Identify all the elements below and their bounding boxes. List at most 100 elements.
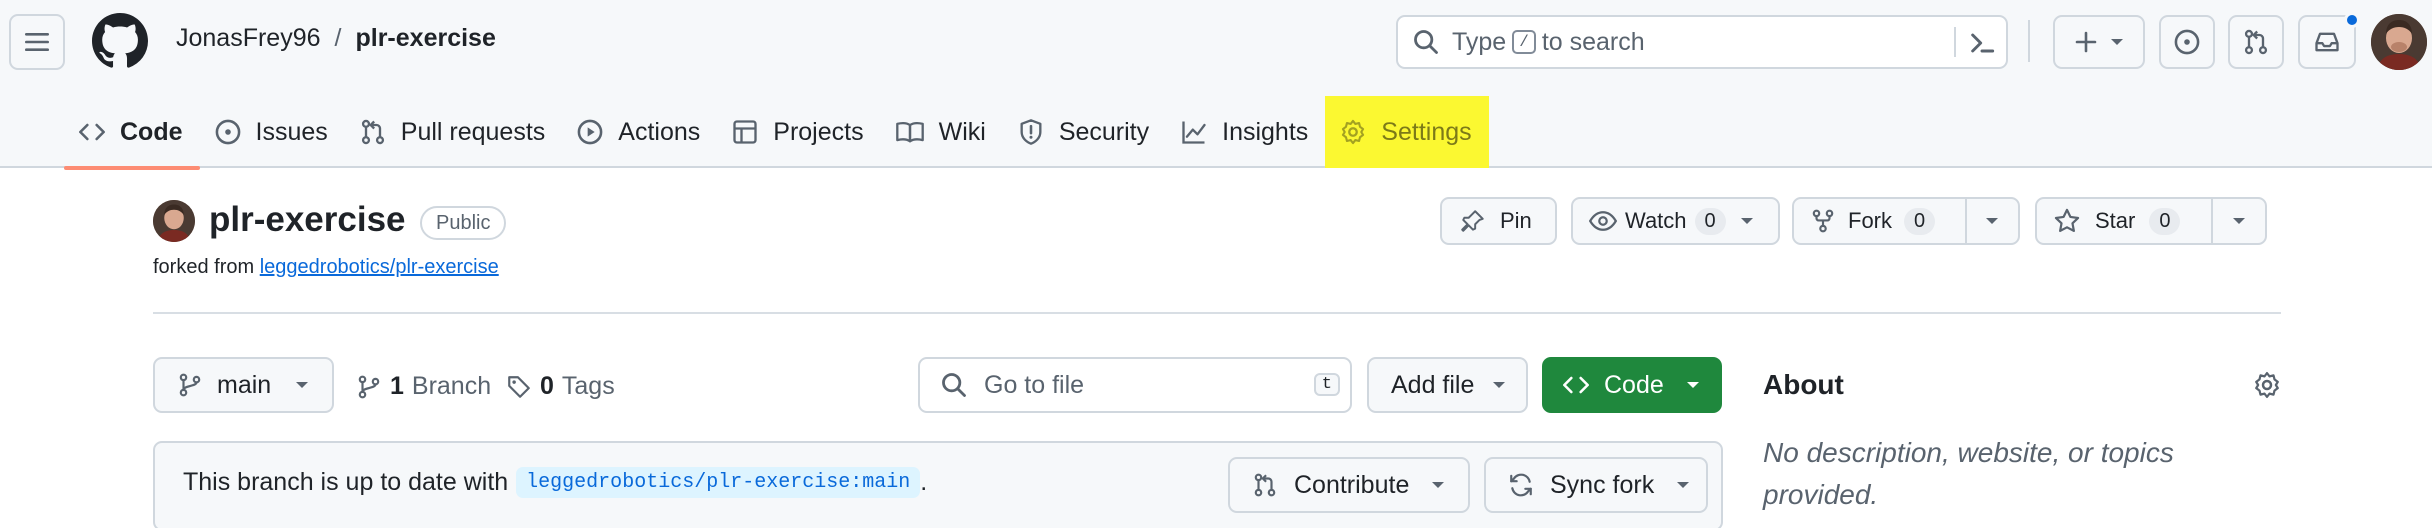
- go-to-file-placeholder: Go to file: [984, 370, 1085, 399]
- watch-button[interactable]: Watch 0: [1571, 197, 1780, 245]
- tab-pull-requests[interactable]: Pull requests: [345, 96, 563, 168]
- section-divider: [153, 312, 2281, 314]
- forked-from-link[interactable]: leggedrobotics/plr-exercise: [260, 256, 499, 278]
- search-placeholder-prefix: Type: [1452, 27, 1507, 56]
- watch-label: Watch: [1625, 208, 1687, 233]
- code-icon: [1563, 376, 1589, 394]
- search-icon: [1414, 30, 1438, 54]
- pull-requests-button[interactable]: [2228, 15, 2284, 69]
- chevron-down-icon: [1986, 218, 1999, 224]
- search-shortcut-key: /: [1512, 30, 1536, 54]
- contribute-label: Contribute: [1294, 470, 1410, 499]
- tab-security[interactable]: Security: [1003, 96, 1166, 168]
- fork-sync-status-period: .: [920, 468, 928, 496]
- tab-settings-label: Settings: [1381, 117, 1472, 146]
- code-button[interactable]: Code: [1542, 357, 1722, 413]
- eye-icon: [1589, 211, 1617, 231]
- tag-count: 0: [540, 372, 554, 400]
- hamburger-icon: [25, 33, 49, 51]
- github-logo-icon[interactable]: [92, 13, 148, 69]
- branch-icon: [179, 373, 201, 397]
- branch-selector[interactable]: main: [153, 357, 334, 413]
- pin-label: Pin: [1500, 208, 1532, 233]
- gear-icon: [1342, 119, 1365, 145]
- chevron-down-icon: [1686, 382, 1699, 388]
- forked-from-prefix: forked from: [153, 256, 255, 278]
- repo-nav: Code Issues Pull requests Actions Projec…: [64, 96, 1489, 170]
- breadcrumb-repo-link[interactable]: plr-exercise: [355, 24, 495, 53]
- sync-fork-button[interactable]: Sync fork: [1484, 457, 1708, 513]
- global-header: JonasFrey96 / plr-exercise Type / to sea…: [0, 0, 2432, 170]
- pull-request-icon: [2244, 29, 2268, 55]
- play-icon: [577, 119, 603, 145]
- star-button-group: Star 0: [2035, 197, 2267, 245]
- about-settings-button[interactable]: [2252, 370, 2282, 400]
- fork-icon: [1812, 209, 1834, 233]
- tab-issues-label: Issues: [255, 117, 328, 146]
- breadcrumb-separator: /: [334, 24, 342, 52]
- star-dropdown-button[interactable]: [2211, 199, 2265, 243]
- tab-wiki[interactable]: Wiki: [881, 96, 1003, 168]
- go-to-file-input[interactable]: Go to file t: [918, 357, 1352, 413]
- issues-button[interactable]: [2159, 15, 2215, 69]
- branch-count: 1: [390, 372, 404, 400]
- upstream-ref-link[interactable]: leggedrobotics/plr-exercise:main: [516, 467, 921, 498]
- fork-button[interactable]: Fork 0: [1794, 199, 1965, 243]
- pull-request-icon: [361, 119, 384, 145]
- tag-icon: [508, 375, 530, 398]
- table-icon: [733, 120, 757, 144]
- chevron-down-icon: [1677, 482, 1690, 488]
- tags-link[interactable]: 0 Tags: [506, 372, 615, 401]
- contribute-button[interactable]: Contribute: [1228, 457, 1470, 513]
- command-palette-button[interactable]: [1966, 27, 1998, 59]
- tab-insights-label: Insights: [1222, 117, 1309, 146]
- fork-sync-status: This branch is up to date with leggedrob…: [183, 467, 927, 498]
- star-button[interactable]: Star 0: [2037, 199, 2211, 243]
- inbox-icon: [2315, 32, 2339, 52]
- create-new-button[interactable]: [2053, 15, 2145, 69]
- tab-code[interactable]: Code: [64, 96, 200, 170]
- user-avatar[interactable]: [2371, 14, 2427, 70]
- tab-wiki-label: Wiki: [938, 117, 986, 146]
- sync-icon: [1510, 473, 1532, 497]
- chevron-down-icon: [1432, 482, 1445, 488]
- breadcrumb-owner-link[interactable]: JonasFrey96: [176, 24, 321, 53]
- search-divider: [1954, 27, 1956, 57]
- breadcrumb: JonasFrey96 / plr-exercise: [176, 24, 496, 53]
- go-to-file-shortcut-key: t: [1313, 373, 1340, 396]
- chevron-down-icon: [1493, 382, 1506, 388]
- issue-icon: [215, 119, 240, 145]
- tab-settings[interactable]: Settings: [1325, 96, 1489, 168]
- about-heading: About: [1763, 369, 1844, 400]
- chevron-down-icon: [2233, 218, 2246, 224]
- fork-sync-status-text: This branch is up to date with: [183, 468, 509, 496]
- tab-issues[interactable]: Issues: [200, 96, 345, 168]
- fork-label: Fork: [1848, 208, 1892, 233]
- chevron-down-icon: [1740, 218, 1753, 224]
- repo-title[interactable]: plr-exercise: [209, 200, 406, 240]
- tab-actions[interactable]: Actions: [562, 96, 717, 168]
- gear-icon: [2255, 372, 2279, 398]
- add-file-label: Add file: [1391, 370, 1475, 399]
- branch-count-label: Branch: [411, 372, 492, 400]
- menu-button[interactable]: [9, 14, 65, 70]
- pull-request-icon: [1254, 473, 1276, 497]
- tab-code-label: Code: [120, 117, 183, 146]
- terminal-icon: [1971, 33, 1995, 53]
- forked-from-line: forked from leggedrobotics/plr-exercise: [153, 256, 499, 279]
- issue-icon: [2174, 29, 2200, 55]
- tab-projects[interactable]: Projects: [717, 96, 880, 168]
- fork-dropdown-button[interactable]: [1964, 199, 2019, 243]
- shield-icon: [1020, 119, 1042, 145]
- add-file-button[interactable]: Add file: [1367, 357, 1528, 413]
- tag-count-label: Tags: [561, 372, 615, 400]
- branches-link[interactable]: 1 Branch: [356, 372, 491, 401]
- tab-actions-label: Actions: [618, 117, 701, 146]
- tab-insights[interactable]: Insights: [1166, 96, 1325, 168]
- chevron-down-icon: [296, 382, 309, 388]
- fork-count: 0: [1904, 207, 1936, 235]
- pin-button[interactable]: Pin: [1440, 197, 1557, 245]
- global-search-input[interactable]: Type / to search: [1396, 15, 2008, 69]
- repo-owner-avatar[interactable]: [153, 200, 195, 242]
- chevron-down-icon: [2111, 39, 2123, 45]
